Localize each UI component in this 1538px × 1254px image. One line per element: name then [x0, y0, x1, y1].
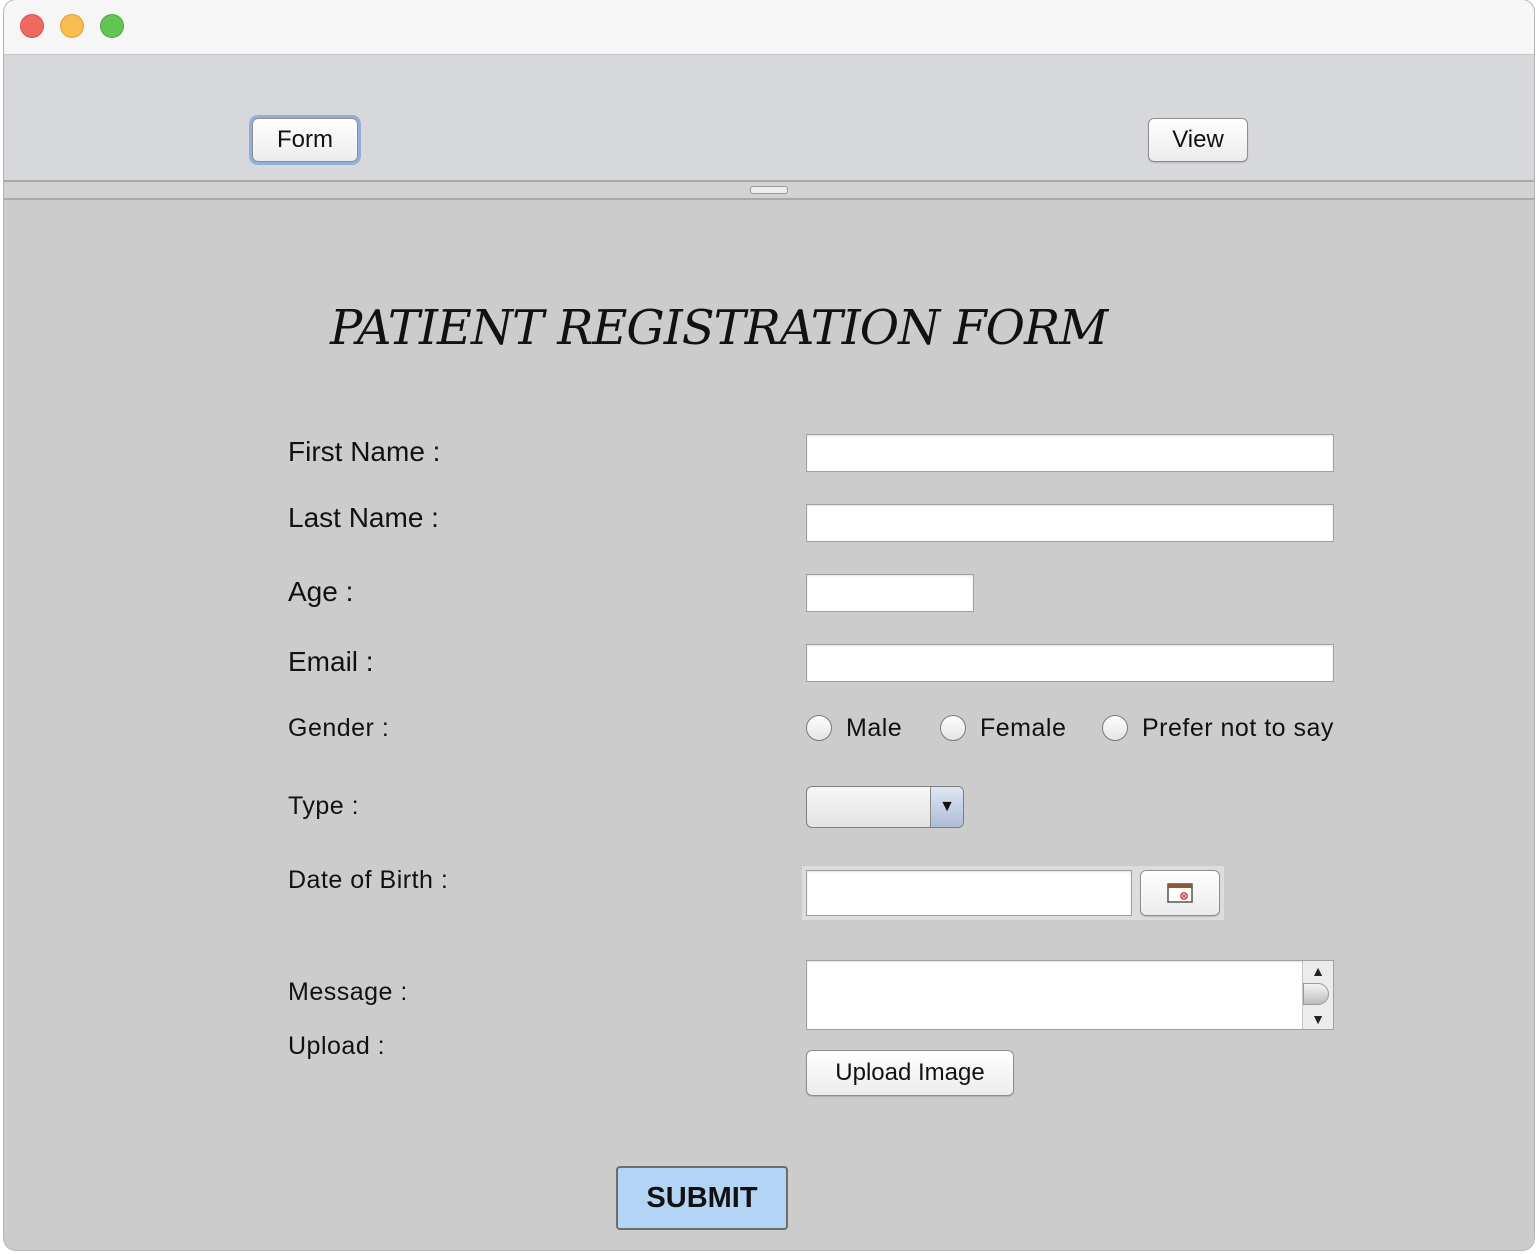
gender-female-label[interactable]: Female: [980, 714, 1066, 743]
message-textarea[interactable]: ▲ ▼: [806, 960, 1334, 1030]
close-window-button[interactable]: [20, 14, 44, 38]
message-label: Message :: [288, 978, 408, 1006]
title-bar: [4, 0, 1534, 55]
last-name-label: Last Name :: [288, 502, 439, 533]
scroll-down-arrow-icon[interactable]: ▼: [1303, 1011, 1333, 1027]
scroll-up-arrow-icon[interactable]: ▲: [1303, 963, 1333, 979]
upload-label: Upload :: [288, 1032, 386, 1060]
submit-button[interactable]: SUBMIT: [616, 1166, 788, 1230]
gender-female-radio[interactable]: [940, 715, 966, 741]
app-window: Form View PATIENT REGISTRATION FORM Firs…: [4, 0, 1534, 1250]
top-toolbar: Form View: [4, 55, 1534, 182]
message-scrollbar[interactable]: ▲ ▼: [1302, 961, 1333, 1029]
view-tab-button[interactable]: View: [1148, 118, 1248, 162]
gender-prefer-not-radio[interactable]: [1102, 715, 1128, 741]
gender-prefer-not-label[interactable]: Prefer not to say: [1142, 714, 1334, 743]
first-name-input[interactable]: [806, 434, 1334, 472]
calendar-button[interactable]: [1140, 870, 1220, 916]
minimize-window-button[interactable]: [60, 14, 84, 38]
age-input[interactable]: [806, 574, 974, 612]
maximize-window-button[interactable]: [100, 14, 124, 38]
first-name-label: First Name :: [288, 436, 441, 467]
gender-male-radio[interactable]: [806, 715, 832, 741]
chevron-down-icon[interactable]: ▼: [930, 787, 963, 827]
divider-grip-handle[interactable]: [750, 186, 788, 194]
gender-label: Gender :: [288, 714, 390, 742]
date-of-birth-label: Date of Birth :: [288, 866, 449, 894]
form-tab-button[interactable]: Form: [252, 118, 358, 162]
type-dropdown[interactable]: ▼: [806, 786, 964, 828]
date-of-birth-input[interactable]: [806, 870, 1132, 916]
gender-male-label[interactable]: Male: [846, 714, 902, 743]
upload-image-button[interactable]: Upload Image: [806, 1050, 1014, 1096]
form-title: PATIENT REGISTRATION FORM: [330, 300, 1108, 356]
calendar-icon: [1167, 883, 1193, 903]
split-pane-divider[interactable]: [4, 182, 1534, 200]
last-name-input[interactable]: [806, 504, 1334, 542]
type-label: Type :: [288, 792, 360, 820]
scroll-thumb[interactable]: [1303, 983, 1329, 1005]
email-input[interactable]: [806, 644, 1334, 682]
email-label: Email :: [288, 646, 374, 677]
age-label: Age :: [288, 576, 354, 607]
